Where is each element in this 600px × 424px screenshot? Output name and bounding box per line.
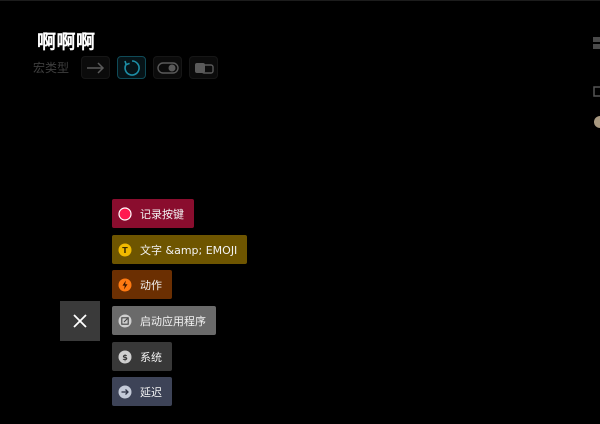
repeat-circle-icon [123,59,140,76]
grid-icon[interactable] [593,34,600,53]
system-icon: $ [118,350,132,364]
top-divider [0,0,600,1]
macro-type-arrow-button[interactable] [81,56,111,79]
menu-item-label: 启动应用程序 [140,314,206,328]
launch-app-icon [118,314,132,328]
menu-item-label: 记录按键 [140,207,184,221]
svg-text:T: T [122,246,128,255]
hold-key-icon [194,62,214,74]
menu-item-action[interactable]: 动作 [112,270,172,299]
menu-item-text-emoji[interactable]: T 文字 &amp; EMOJI [112,235,248,264]
macro-type-row: 宏类型 [33,56,225,79]
menu-item-label: 动作 [140,278,162,292]
menu-item-system[interactable]: $ 系统 [112,342,172,371]
macro-type-hold-button[interactable] [189,56,219,79]
macro-type-repeat-button[interactable] [117,56,147,79]
macro-type-label: 宏类型 [33,61,70,75]
info-circle-icon[interactable] [593,114,600,133]
record-icon [118,206,132,221]
svg-text:$: $ [122,353,128,362]
menu-item-delay[interactable]: 延迟 [112,377,172,406]
close-icon [73,314,87,328]
menu-item-record-keys[interactable]: 记录按键 [112,199,194,228]
square-icon[interactable] [593,82,600,101]
arrow-right-icon [86,61,104,74]
close-menu-button[interactable] [60,301,100,341]
macro-type-toggle-button[interactable] [153,56,183,79]
menu-item-label: 系统 [140,350,162,364]
text-icon: T [118,243,132,257]
bolt-icon [118,278,132,292]
menu-item-label: 文字 &amp; EMOJI [140,243,238,257]
macro-title: 啊啊啊 [37,31,96,53]
toggle-icon [156,61,179,74]
delay-icon [118,385,132,399]
menu-item-label: 延迟 [140,385,162,399]
menu-item-launch-app[interactable]: 启动应用程序 [112,306,216,335]
